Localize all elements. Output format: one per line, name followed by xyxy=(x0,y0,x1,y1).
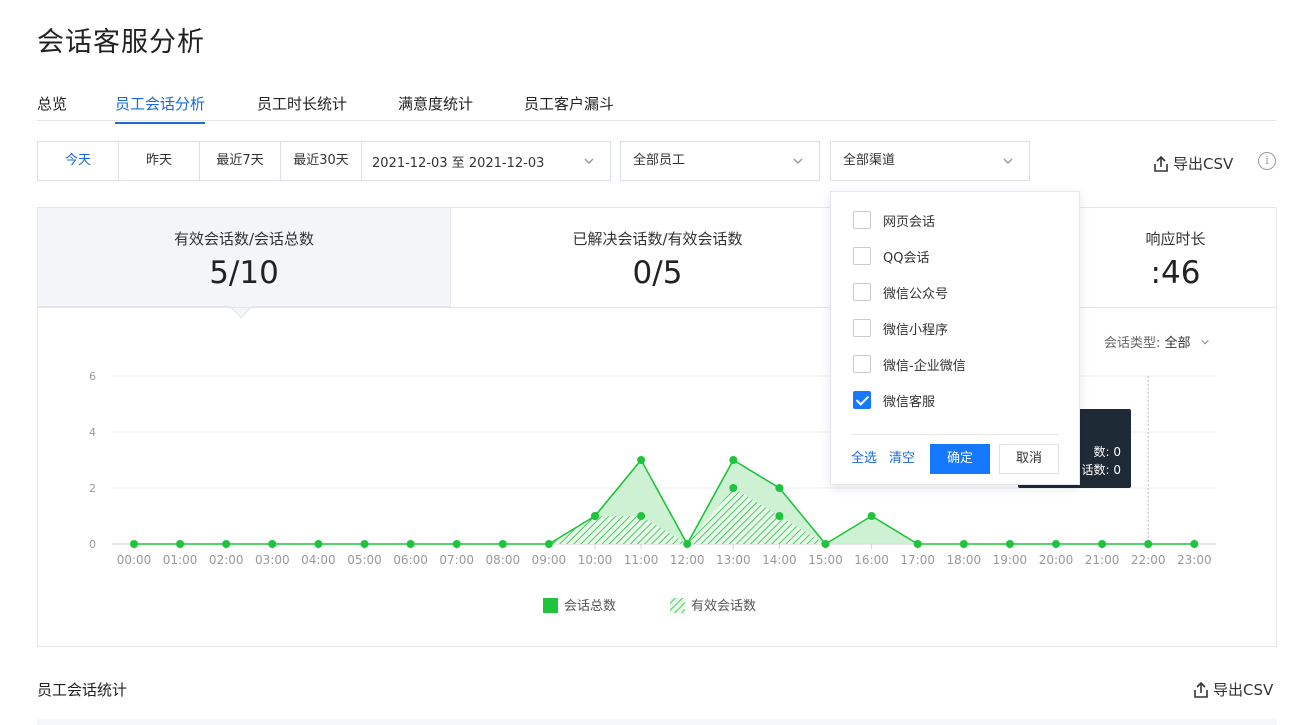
channel-option-label: 网页会话 xyxy=(883,214,936,230)
export-csv-label: 导出CSV xyxy=(1213,681,1274,699)
date-filter-group: 今天 昨天 最近7天 最近30天 2021-12-03 至 2021-12-03 xyxy=(37,141,611,181)
staff-select-value: 全部员工 xyxy=(633,153,686,168)
dropdown-divider xyxy=(851,434,1059,435)
tooltip-line-valid: 话数: 0 xyxy=(1081,463,1122,477)
session-type-value: 全部 xyxy=(1164,336,1191,351)
metric-label: 有效会话数/会话总数 xyxy=(173,230,315,248)
checkbox[interactable] xyxy=(853,283,871,301)
tab-customer-funnel[interactable]: 员工客户漏斗 xyxy=(524,93,614,122)
channel-option-label: 微信公众号 xyxy=(883,286,949,302)
last-30-days-button[interactable]: 最近30天 xyxy=(281,142,362,180)
channel-dropdown-panel: 网页会话 QQ会话 微信公众号 微信小程序 微信-企业微信 微信客服 全选 清空… xyxy=(830,191,1080,485)
chevron-down-icon xyxy=(1200,339,1209,345)
page-title: 会话客服分析 xyxy=(37,27,205,58)
table-header-strip xyxy=(37,719,1277,725)
last-7-days-button[interactable]: 最近7天 xyxy=(200,142,281,180)
metric-value: 0/5 xyxy=(632,255,683,291)
metric-label: 已解决会话数/有效会话数 xyxy=(572,230,743,248)
channel-option-label: 微信小程序 xyxy=(883,322,949,338)
chevron-down-icon xyxy=(793,158,803,164)
channel-option-qq[interactable]: QQ会话 xyxy=(853,246,929,266)
checkbox-checked[interactable] xyxy=(853,391,871,409)
date-range-picker[interactable]: 2021-12-03 至 2021-12-03 xyxy=(362,142,610,180)
staff-select[interactable]: 全部员工 xyxy=(620,141,820,181)
channel-option-label: 微信客服 xyxy=(883,394,936,410)
cancel-button[interactable]: 取消 xyxy=(999,444,1059,474)
chevron-down-icon xyxy=(1003,158,1013,164)
tab-bar: 总览 员工会话分析 员工时长统计 满意度统计 员工客户漏斗 xyxy=(37,90,1277,124)
channel-option-label: 微信-企业微信 xyxy=(883,358,966,374)
section-title-staff-stats: 员工会话统计 xyxy=(37,681,128,699)
checkbox[interactable] xyxy=(853,211,871,229)
export-csv-button-bottom[interactable]: 导出CSV xyxy=(1192,679,1273,700)
tab-overview[interactable]: 总览 xyxy=(37,93,67,122)
channel-option-wechat-miniprogram[interactable]: 微信小程序 xyxy=(853,318,948,338)
metric-resolved-valid[interactable]: 已解决会话数/有效会话数 0/5 xyxy=(451,208,864,307)
channel-option-web[interactable]: 网页会话 xyxy=(853,210,935,230)
channel-option-wechat-service[interactable]: 微信客服 xyxy=(853,390,935,410)
checkbox[interactable] xyxy=(853,319,871,337)
export-icon xyxy=(1194,681,1208,698)
clear-link[interactable]: 清空 xyxy=(889,447,915,466)
tab-satisfaction[interactable]: 满意度统计 xyxy=(398,93,473,122)
chevron-down-icon xyxy=(584,158,594,164)
tab-staff-session-analysis[interactable]: 员工会话分析 xyxy=(115,93,206,124)
yesterday-button[interactable]: 昨天 xyxy=(119,142,200,180)
channel-option-wechat-official[interactable]: 微信公众号 xyxy=(853,282,948,302)
checkbox[interactable] xyxy=(853,247,871,265)
metric-value: 5/10 xyxy=(209,255,279,291)
channel-option-label: QQ会话 xyxy=(883,250,930,266)
tab-staff-duration[interactable]: 员工时长统计 xyxy=(257,93,347,122)
tooltip-line-total: 数: 0 xyxy=(1093,445,1122,459)
export-icon xyxy=(1154,155,1168,172)
export-csv-button[interactable]: 导出CSV xyxy=(1152,153,1233,174)
session-type-label: 会话类型: xyxy=(1104,336,1161,351)
session-type-select[interactable]: 会话类型: 全部 xyxy=(1104,332,1211,351)
confirm-button[interactable]: 确定 xyxy=(930,444,990,474)
select-all-link[interactable]: 全选 xyxy=(851,447,877,466)
export-csv-label: 导出CSV xyxy=(1173,155,1234,173)
channel-select-value: 全部渠道 xyxy=(843,153,896,168)
checkbox[interactable] xyxy=(853,355,871,373)
metrics-divider xyxy=(38,307,1276,308)
today-button[interactable]: 今天 xyxy=(38,142,119,180)
metric-valid-total[interactable]: 有效会话数/会话总数 5/10 xyxy=(38,208,451,307)
channel-option-wecom[interactable]: 微信-企业微信 xyxy=(853,354,966,374)
date-range-value: 2021-12-03 至 2021-12-03 xyxy=(372,155,545,171)
info-icon[interactable]: i xyxy=(1258,152,1276,170)
channel-select[interactable]: 全部渠道 xyxy=(830,141,1030,181)
